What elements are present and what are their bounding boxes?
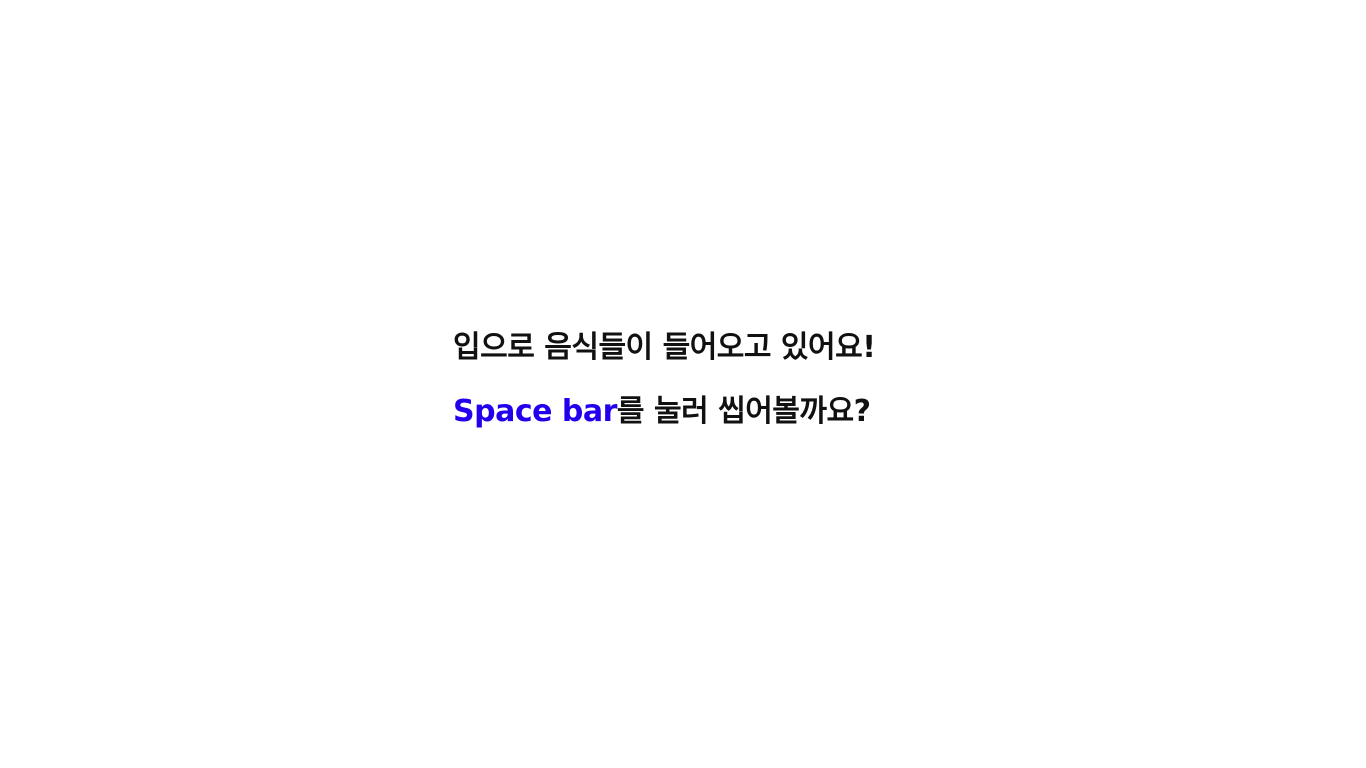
instruction-line-2-text: 를 눌러 씹어볼까요? [616, 394, 871, 429]
space-bar-key-label: Space bar [453, 394, 617, 429]
instruction-text: 입으로 음식들이 들어오고 있어요! Space bar를 눌러 씹어볼까요? [453, 328, 1053, 432]
instruction-line-2: Space bar를 눌러 씹어볼까요? [453, 392, 1053, 432]
instruction-line-1: 입으로 음식들이 들어오고 있어요! [453, 330, 876, 365]
